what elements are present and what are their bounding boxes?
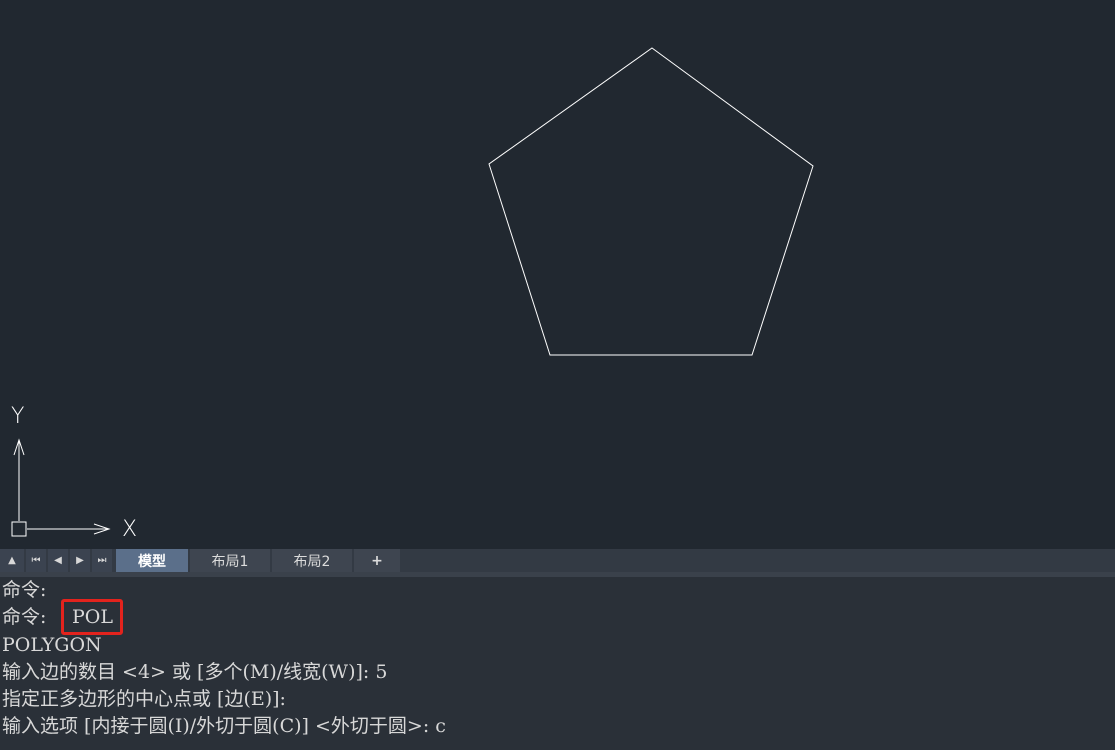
pol-highlight-box <box>61 599 123 635</box>
command-line: 输入选项 [内接于圆(I)/外切于圆(C)] <外切于圆>: c <box>2 715 446 737</box>
drawing-canvas[interactable]: Y X <box>0 0 1115 549</box>
command-history[interactable]: 命令: 命令: POL POLYGON 输入边的数目 <4> 或 [多个(M)/… <box>0 577 1115 750</box>
prev-layout-icon[interactable]: ◀ <box>48 549 68 572</box>
command-line: 命令: <box>2 606 47 628</box>
tab-layout1[interactable]: 布局1 <box>190 549 270 572</box>
command-line: 输入边的数目 <4> 或 [多个(M)/线宽(W)]: 5 <box>2 661 388 683</box>
ucs-icon <box>11 438 111 537</box>
command-line: 命令: <box>2 579 47 601</box>
next-layout-icon[interactable]: ▶ <box>70 549 90 572</box>
tab-model[interactable]: 模型 <box>116 549 188 572</box>
ucs-y-label: Y <box>11 404 25 429</box>
command-line: POLYGON <box>2 634 102 656</box>
pentagon-shape[interactable] <box>488 47 814 356</box>
last-layout-icon[interactable]: ⏭ <box>92 549 112 572</box>
canvas-svg <box>11 47 814 537</box>
add-layout-button[interactable]: + <box>354 549 400 572</box>
ucs-x-label: X <box>122 517 138 542</box>
command-line: 指定正多边形的中心点或 [边(E)]: <box>2 688 286 710</box>
first-layout-icon[interactable]: ⏮ <box>26 549 46 572</box>
triangle-up-icon[interactable]: ▲ <box>0 549 24 572</box>
layout-tab-bar: ▲ ⏮ ◀ ▶ ⏭ 模型 布局1 布局2 + <box>0 549 1115 572</box>
tab-layout2[interactable]: 布局2 <box>272 549 352 572</box>
